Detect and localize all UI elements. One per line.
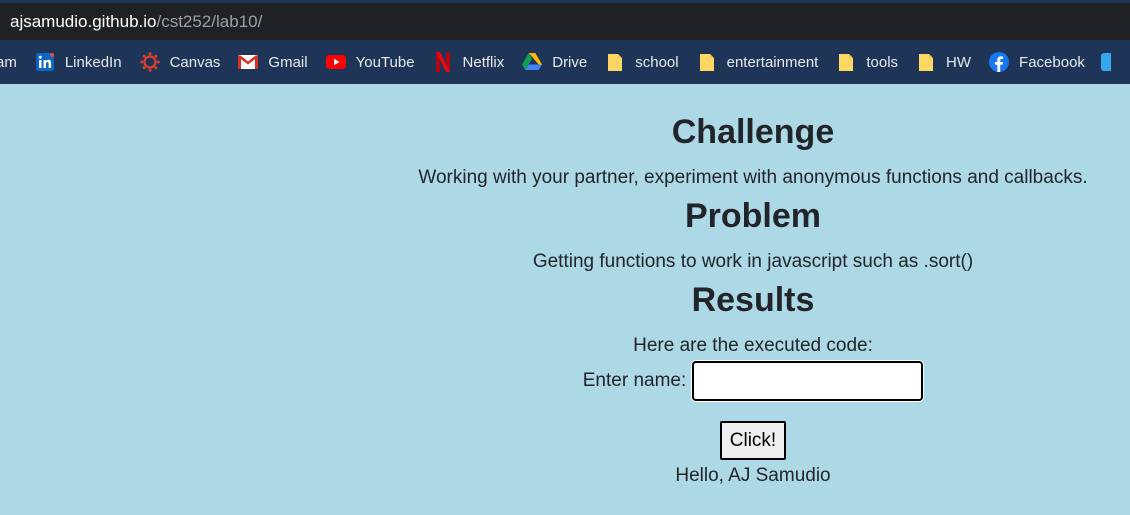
click-button[interactable]: Click! bbox=[720, 421, 786, 460]
name-input[interactable] bbox=[692, 361, 924, 401]
bookmark-label: entertainment bbox=[726, 53, 819, 71]
bookmark-label: LinkedIn bbox=[64, 53, 122, 71]
facebook-icon bbox=[989, 52, 1010, 72]
results-heading: Results bbox=[691, 281, 815, 319]
folder-icon bbox=[916, 52, 936, 72]
bookmark-label: am bbox=[0, 53, 17, 71]
bookmark-facebook[interactable]: Facebook bbox=[981, 46, 1095, 78]
url-path: /cst252/lab10/ bbox=[156, 11, 263, 31]
problem-heading: Problem bbox=[684, 197, 822, 235]
bookmark-linkedin[interactable]: LinkedIn bbox=[27, 46, 132, 78]
folder-icon bbox=[697, 52, 717, 72]
folder-icon bbox=[605, 52, 625, 72]
page-content: Challenge Working with your partner, exp… bbox=[0, 84, 1130, 515]
problem-text: Getting functions to work in javascript … bbox=[532, 251, 974, 272]
bookmark-folder-entertainment[interactable]: entertainment bbox=[689, 46, 829, 78]
url-text[interactable]: ajsamudio.github.io/cst252/lab10/ bbox=[10, 12, 262, 32]
gmail-icon bbox=[238, 52, 259, 72]
bookmark-drive[interactable]: Drive bbox=[514, 46, 597, 78]
challenge-heading: Challenge bbox=[671, 113, 835, 151]
url-host: ajsamudio.github.io bbox=[10, 11, 157, 31]
bookmark-youtube[interactable]: YouTube bbox=[318, 46, 425, 78]
bookmark-label: Drive bbox=[552, 53, 588, 71]
bookmark-gmail[interactable]: Gmail bbox=[230, 46, 317, 78]
linkedin-icon bbox=[35, 52, 55, 72]
bookmark-label: school bbox=[635, 53, 679, 71]
bookmark-label: Facebook bbox=[1019, 53, 1085, 71]
results-text: Here are the executed code: bbox=[633, 335, 873, 356]
folder-icon bbox=[836, 52, 856, 72]
bookmark-label: HW bbox=[946, 53, 972, 71]
bookmark-label: tools bbox=[866, 53, 899, 71]
bookmarks-bar: am LinkedIn Canvas Gmail YouTube Netflix bbox=[0, 40, 1130, 84]
bookmark-instagram[interactable]: am bbox=[0, 46, 27, 78]
youtube-icon bbox=[325, 52, 346, 72]
canvas-icon bbox=[139, 52, 160, 72]
bookmark-overflow-icon[interactable] bbox=[1100, 53, 1111, 71]
bookmark-label: YouTube bbox=[355, 53, 415, 71]
greeting-text: Hello, AJ Samudio bbox=[675, 465, 831, 486]
google-drive-icon bbox=[522, 52, 543, 72]
bookmark-folder-tools[interactable]: tools bbox=[828, 46, 908, 78]
address-bar[interactable]: ajsamudio.github.io/cst252/lab10/ bbox=[0, 0, 1130, 40]
bookmark-netflix[interactable]: Netflix bbox=[425, 46, 515, 78]
name-label: Enter name: bbox=[582, 370, 687, 391]
bookmark-label: Gmail bbox=[268, 53, 308, 71]
bookmark-folder-school[interactable]: school bbox=[597, 46, 688, 78]
challenge-text: Working with your partner, experiment wi… bbox=[418, 167, 1088, 188]
name-form: Enter name: bbox=[376, 361, 1130, 401]
bookmark-canvas[interactable]: Canvas bbox=[132, 46, 231, 78]
netflix-icon bbox=[433, 52, 453, 72]
bookmark-folder-hw[interactable]: HW bbox=[908, 46, 981, 78]
bookmark-label: Canvas bbox=[169, 53, 221, 71]
bookmark-label: Netflix bbox=[462, 53, 505, 71]
